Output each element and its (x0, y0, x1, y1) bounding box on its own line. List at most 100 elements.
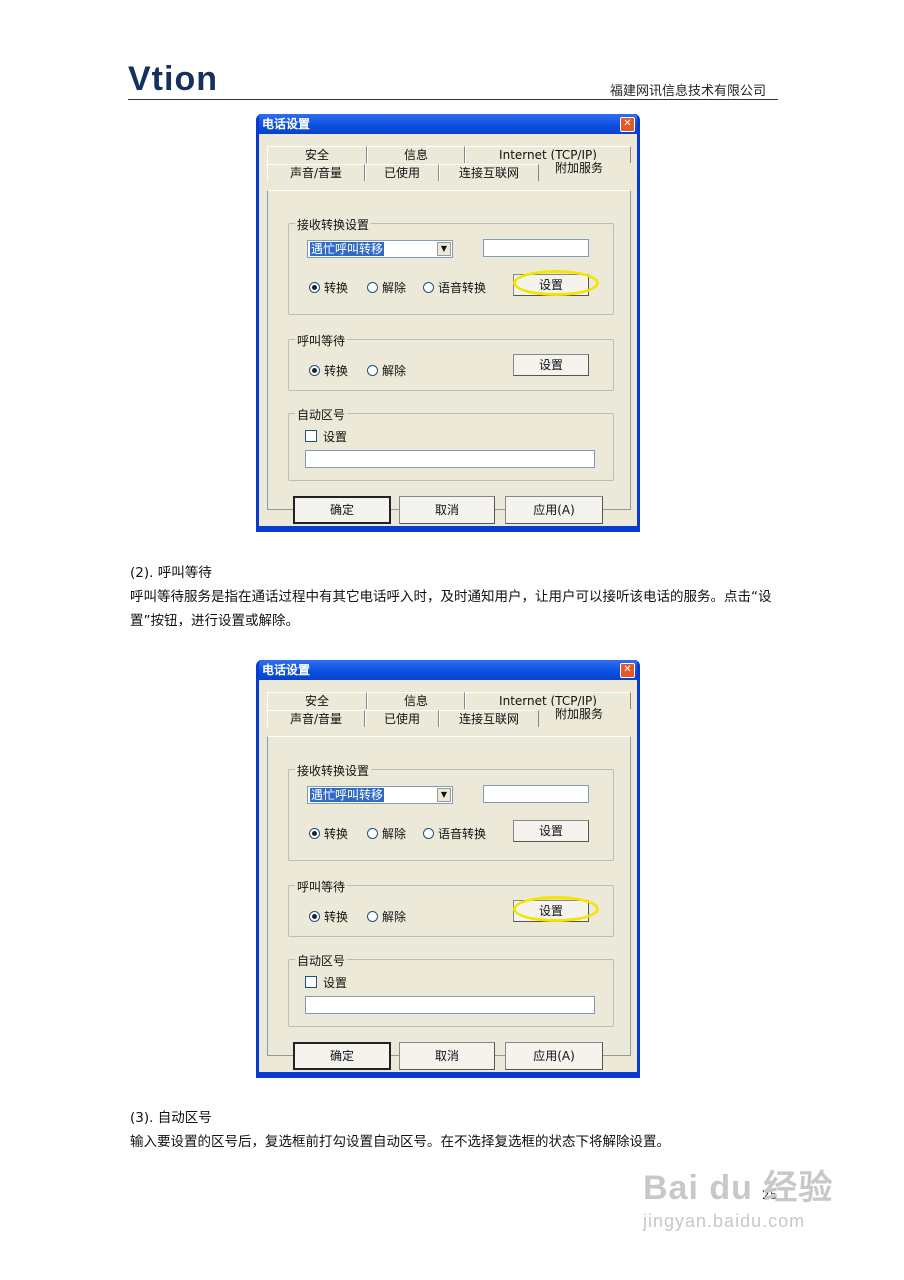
forward-settings-button[interactable]: 设置 (513, 820, 589, 842)
tab-used[interactable]: 已使用 (365, 164, 439, 181)
radio-label: 解除 (382, 910, 407, 924)
radio-forward-on[interactable]: 转换 (309, 279, 348, 296)
radio-label: 转换 (324, 827, 349, 841)
tab-security[interactable]: 安全 (267, 146, 367, 163)
dialog-titlebar: 电话设置 ✕ (259, 660, 637, 680)
radio-dot[interactable] (309, 365, 320, 376)
chevron-down-icon[interactable]: ▼ (437, 788, 451, 802)
radio-voice-forward[interactable]: 语音转换 (423, 825, 486, 842)
group-auto-area-code: 自动区号 设置 (288, 952, 614, 1027)
forward-type-value: 遇忙呼叫转移 (310, 242, 385, 256)
area-code-input[interactable] (305, 996, 595, 1014)
checkbox-box[interactable] (305, 430, 317, 442)
area-code-checkbox[interactable]: 设置 (305, 974, 347, 991)
group-call-waiting: 呼叫等待 转换 解除 设置 (288, 332, 614, 391)
forward-type-select[interactable]: 遇忙呼叫转移 ▼ (307, 240, 453, 258)
tab-sound-volume[interactable]: 声音/音量 (267, 164, 365, 181)
cancel-button[interactable]: 取消 (399, 496, 495, 524)
group-call-forward: 接收转换设置 遇忙呼叫转移 ▼ 转换 解除 语音转换 设置 (288, 216, 614, 315)
radio-dot[interactable] (309, 282, 320, 293)
group-legend: 呼叫等待 (295, 332, 348, 349)
close-icon[interactable]: ✕ (620, 663, 635, 678)
dialog-title: 电话设置 (262, 117, 311, 131)
radio-voice-forward[interactable]: 语音转换 (423, 279, 486, 296)
dialog-title: 电话设置 (262, 663, 311, 677)
radio-forward-off[interactable]: 解除 (367, 279, 406, 296)
waiting-settings-button[interactable]: 设置 (513, 354, 589, 376)
tab-panel: 接收转换设置 遇忙呼叫转移 ▼ 转换 解除 语音转换 设置 呼叫等待 转换 解除… (267, 736, 631, 1056)
tab-security[interactable]: 安全 (267, 692, 367, 709)
radio-waiting-on[interactable]: 转换 (309, 908, 348, 925)
radio-dot[interactable] (367, 282, 378, 293)
section-2-heading: (2). 呼叫等待 (130, 565, 212, 581)
group-legend: 自动区号 (295, 952, 348, 969)
dialog-client: 安全 信息 Internet (TCP/IP) 声音/音量 已使用 连接互联网 … (259, 134, 637, 526)
header-divider (128, 99, 778, 100)
radio-dot[interactable] (423, 828, 434, 839)
dialog-client: 安全 信息 Internet (TCP/IP) 声音/音量 已使用 连接互联网 … (259, 680, 637, 1072)
forward-type-select[interactable]: 遇忙呼叫转移 ▼ (307, 786, 453, 804)
chevron-down-icon[interactable]: ▼ (437, 242, 451, 256)
tab-used[interactable]: 已使用 (365, 710, 439, 727)
group-call-waiting: 呼叫等待 转换 解除 设置 (288, 878, 614, 937)
section-2-body: 呼叫等待服务是指在通话过程中有其它电话呼入时，及时通知用户，让用户可以接听该电话… (130, 589, 772, 629)
forward-number-input[interactable] (483, 239, 589, 257)
tab-additional-services[interactable]: 附加服务 (539, 706, 619, 723)
radio-label: 转换 (324, 910, 349, 924)
radio-waiting-off[interactable]: 解除 (367, 362, 406, 379)
radio-dot[interactable] (367, 828, 378, 839)
checkbox-box[interactable] (305, 976, 317, 988)
radio-label: 解除 (382, 281, 407, 295)
radio-dot[interactable] (309, 828, 320, 839)
radio-label: 语音转换 (438, 827, 487, 841)
phone-settings-dialog-2: 电话设置 ✕ 安全 信息 Internet (TCP/IP) 声音/音量 已使用… (256, 660, 640, 1078)
apply-button[interactable]: 应用(A) (505, 496, 603, 524)
cancel-button[interactable]: 取消 (399, 1042, 495, 1070)
company-name: 福建网讯信息技术有限公司 (609, 84, 766, 99)
radio-waiting-off[interactable]: 解除 (367, 908, 406, 925)
checkbox-label: 设置 (323, 976, 348, 990)
group-legend: 接收转换设置 (295, 762, 372, 779)
radio-forward-on[interactable]: 转换 (309, 825, 348, 842)
radio-dot[interactable] (309, 911, 320, 922)
dialog-titlebar: 电话设置 ✕ (259, 114, 637, 134)
radio-label: 语音转换 (438, 281, 487, 295)
forward-number-input[interactable] (483, 785, 589, 803)
radio-waiting-on[interactable]: 转换 (309, 362, 348, 379)
highlight-circle (513, 270, 599, 296)
tab-additional-services[interactable]: 附加服务 (539, 160, 619, 177)
group-call-forward: 接收转换设置 遇忙呼叫转移 ▼ 转换 解除 语音转换 设置 (288, 762, 614, 861)
watermark-brand: Bai du 经验 (643, 1169, 834, 1207)
ok-button[interactable]: 确定 (293, 496, 391, 524)
radio-label: 解除 (382, 827, 407, 841)
radio-label: 转换 (324, 364, 349, 378)
area-code-checkbox[interactable]: 设置 (305, 428, 347, 445)
radio-dot[interactable] (423, 282, 434, 293)
radio-forward-off[interactable]: 解除 (367, 825, 406, 842)
tab-info[interactable]: 信息 (367, 146, 465, 163)
tab-panel: 接收转换设置 遇忙呼叫转移 ▼ 转换 解除 语音转换 设置 呼叫等待 转换 解除… (267, 190, 631, 510)
apply-button[interactable]: 应用(A) (505, 1042, 603, 1070)
group-legend: 自动区号 (295, 406, 348, 423)
forward-type-value: 遇忙呼叫转移 (310, 788, 385, 802)
radio-dot[interactable] (367, 911, 378, 922)
tab-info[interactable]: 信息 (367, 692, 465, 709)
group-auto-area-code: 自动区号 设置 (288, 406, 614, 481)
watermark-url: jingyan.baidu.com (643, 1211, 806, 1231)
checkbox-label: 设置 (323, 430, 348, 444)
phone-settings-dialog-1: 电话设置 ✕ 安全 信息 Internet (TCP/IP) 声音/音量 已使用… (256, 114, 640, 532)
group-legend: 呼叫等待 (295, 878, 348, 895)
radio-label: 转换 (324, 281, 349, 295)
ok-button[interactable]: 确定 (293, 1042, 391, 1070)
close-icon[interactable]: ✕ (620, 117, 635, 132)
company-logo: Vtion (128, 60, 218, 98)
tab-connect-internet[interactable]: 连接互联网 (439, 710, 539, 727)
section-3-heading: (3). 自动区号 (130, 1110, 212, 1126)
tab-connect-internet[interactable]: 连接互联网 (439, 164, 539, 181)
group-legend: 接收转换设置 (295, 216, 372, 233)
highlight-circle (513, 896, 599, 922)
tab-sound-volume[interactable]: 声音/音量 (267, 710, 365, 727)
radio-dot[interactable] (367, 365, 378, 376)
area-code-input[interactable] (305, 450, 595, 468)
radio-label: 解除 (382, 364, 407, 378)
